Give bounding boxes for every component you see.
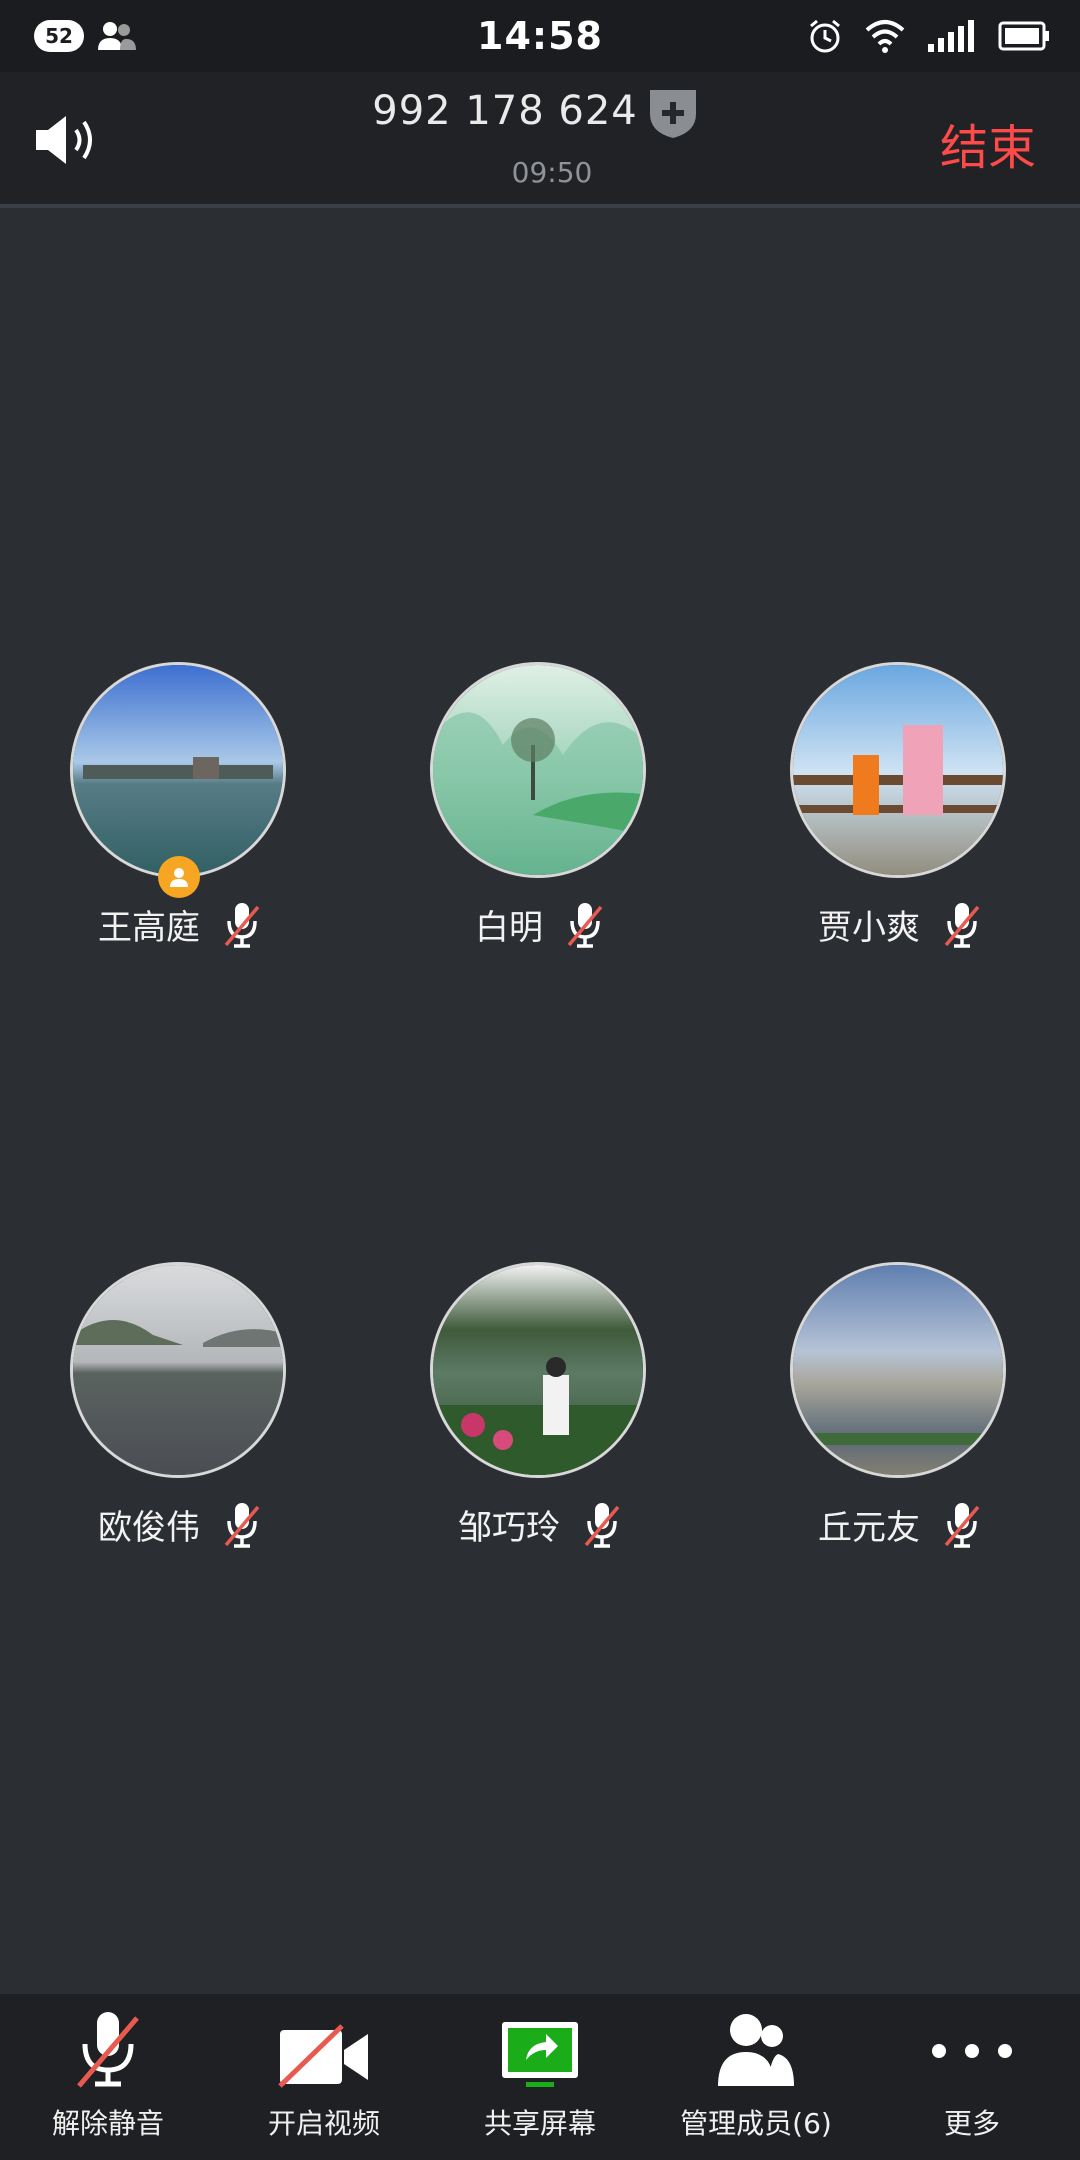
participant-name: 邹巧玲: [458, 1508, 560, 1548]
meeting-header: 992 178 624 09:50 结束: [0, 72, 1080, 208]
video-off-icon: [278, 2024, 368, 2088]
mic-muted-icon: [224, 902, 260, 948]
battery-icon: [998, 21, 1049, 51]
avatar: [790, 1262, 1006, 1478]
participant-tile[interactable]: 王高庭: [0, 662, 300, 962]
avatar: [70, 662, 286, 878]
participant-tile[interactable]: 丘元友: [720, 1262, 1020, 1562]
end-meeting-button[interactable]: 结束: [940, 108, 1036, 178]
mic-muted-icon: [944, 1502, 980, 1548]
bottom-toolbar: 解除静音 开启视频 共享屏幕 管理成员(6) 更多: [0, 1994, 1080, 2160]
mic-muted-icon: [567, 902, 603, 948]
share-screen-button[interactable]: 共享屏幕: [432, 1994, 648, 2160]
more-dots-icon: [932, 2044, 1012, 2058]
shield-icon[interactable]: [648, 86, 698, 140]
participant-tile[interactable]: 欧俊伟: [0, 1262, 300, 1562]
signal-icon: [928, 20, 974, 52]
avatar: [430, 1262, 646, 1478]
mic-muted-icon: [584, 1502, 620, 1548]
status-bar: 52 14:58: [0, 0, 1080, 72]
participant-info: 王高庭: [0, 900, 360, 949]
share-screen-icon: [502, 2022, 578, 2087]
avatar: [70, 1262, 286, 1478]
participant-name: 白明: [475, 908, 543, 948]
manage-members-label: 管理成员(6): [680, 2107, 832, 2140]
participant-info: 欧俊伟: [0, 1500, 360, 1549]
participant-tile[interactable]: 贾小爽: [720, 662, 1020, 962]
participant-name: 王高庭: [98, 908, 200, 948]
more-button[interactable]: 更多: [864, 1994, 1080, 2160]
participant-name: 丘元友: [818, 1508, 920, 1548]
participant-info: 丘元友: [720, 1500, 1080, 1549]
participant-info: 邹巧玲: [360, 1500, 720, 1549]
wifi-icon: [865, 20, 905, 53]
participant-name: 欧俊伟: [98, 1508, 200, 1548]
participant-info: 贾小爽: [720, 900, 1080, 949]
participant-tile[interactable]: 邹巧玲: [360, 1262, 660, 1562]
participant-name: 贾小爽: [818, 908, 920, 948]
start-video-button[interactable]: 开启视频: [216, 1994, 432, 2160]
manage-members-button[interactable]: 管理成员(6): [648, 1994, 864, 2160]
participant-info: 白明: [360, 900, 720, 949]
unmute-button[interactable]: 解除静音: [0, 1994, 216, 2160]
status-icons: [806, 16, 1050, 56]
participant-tile[interactable]: 白明: [360, 662, 660, 962]
start-video-label: 开启视频: [267, 2107, 380, 2140]
alarm-icon: [810, 19, 840, 53]
members-icon: [718, 2014, 794, 2086]
host-badge-icon: [158, 856, 200, 898]
mic-muted-icon: [77, 2012, 139, 2088]
avatar: [790, 662, 1006, 878]
meeting-duration: 09:50: [511, 156, 593, 189]
mic-muted-icon: [224, 1502, 260, 1548]
more-label: 更多: [943, 2107, 1000, 2140]
avatar: [430, 662, 646, 878]
share-screen-label: 共享屏幕: [483, 2107, 596, 2140]
meeting-id: 992 178 624: [372, 88, 638, 134]
mic-muted-icon: [944, 902, 980, 948]
unmute-label: 解除静音: [51, 2107, 164, 2140]
